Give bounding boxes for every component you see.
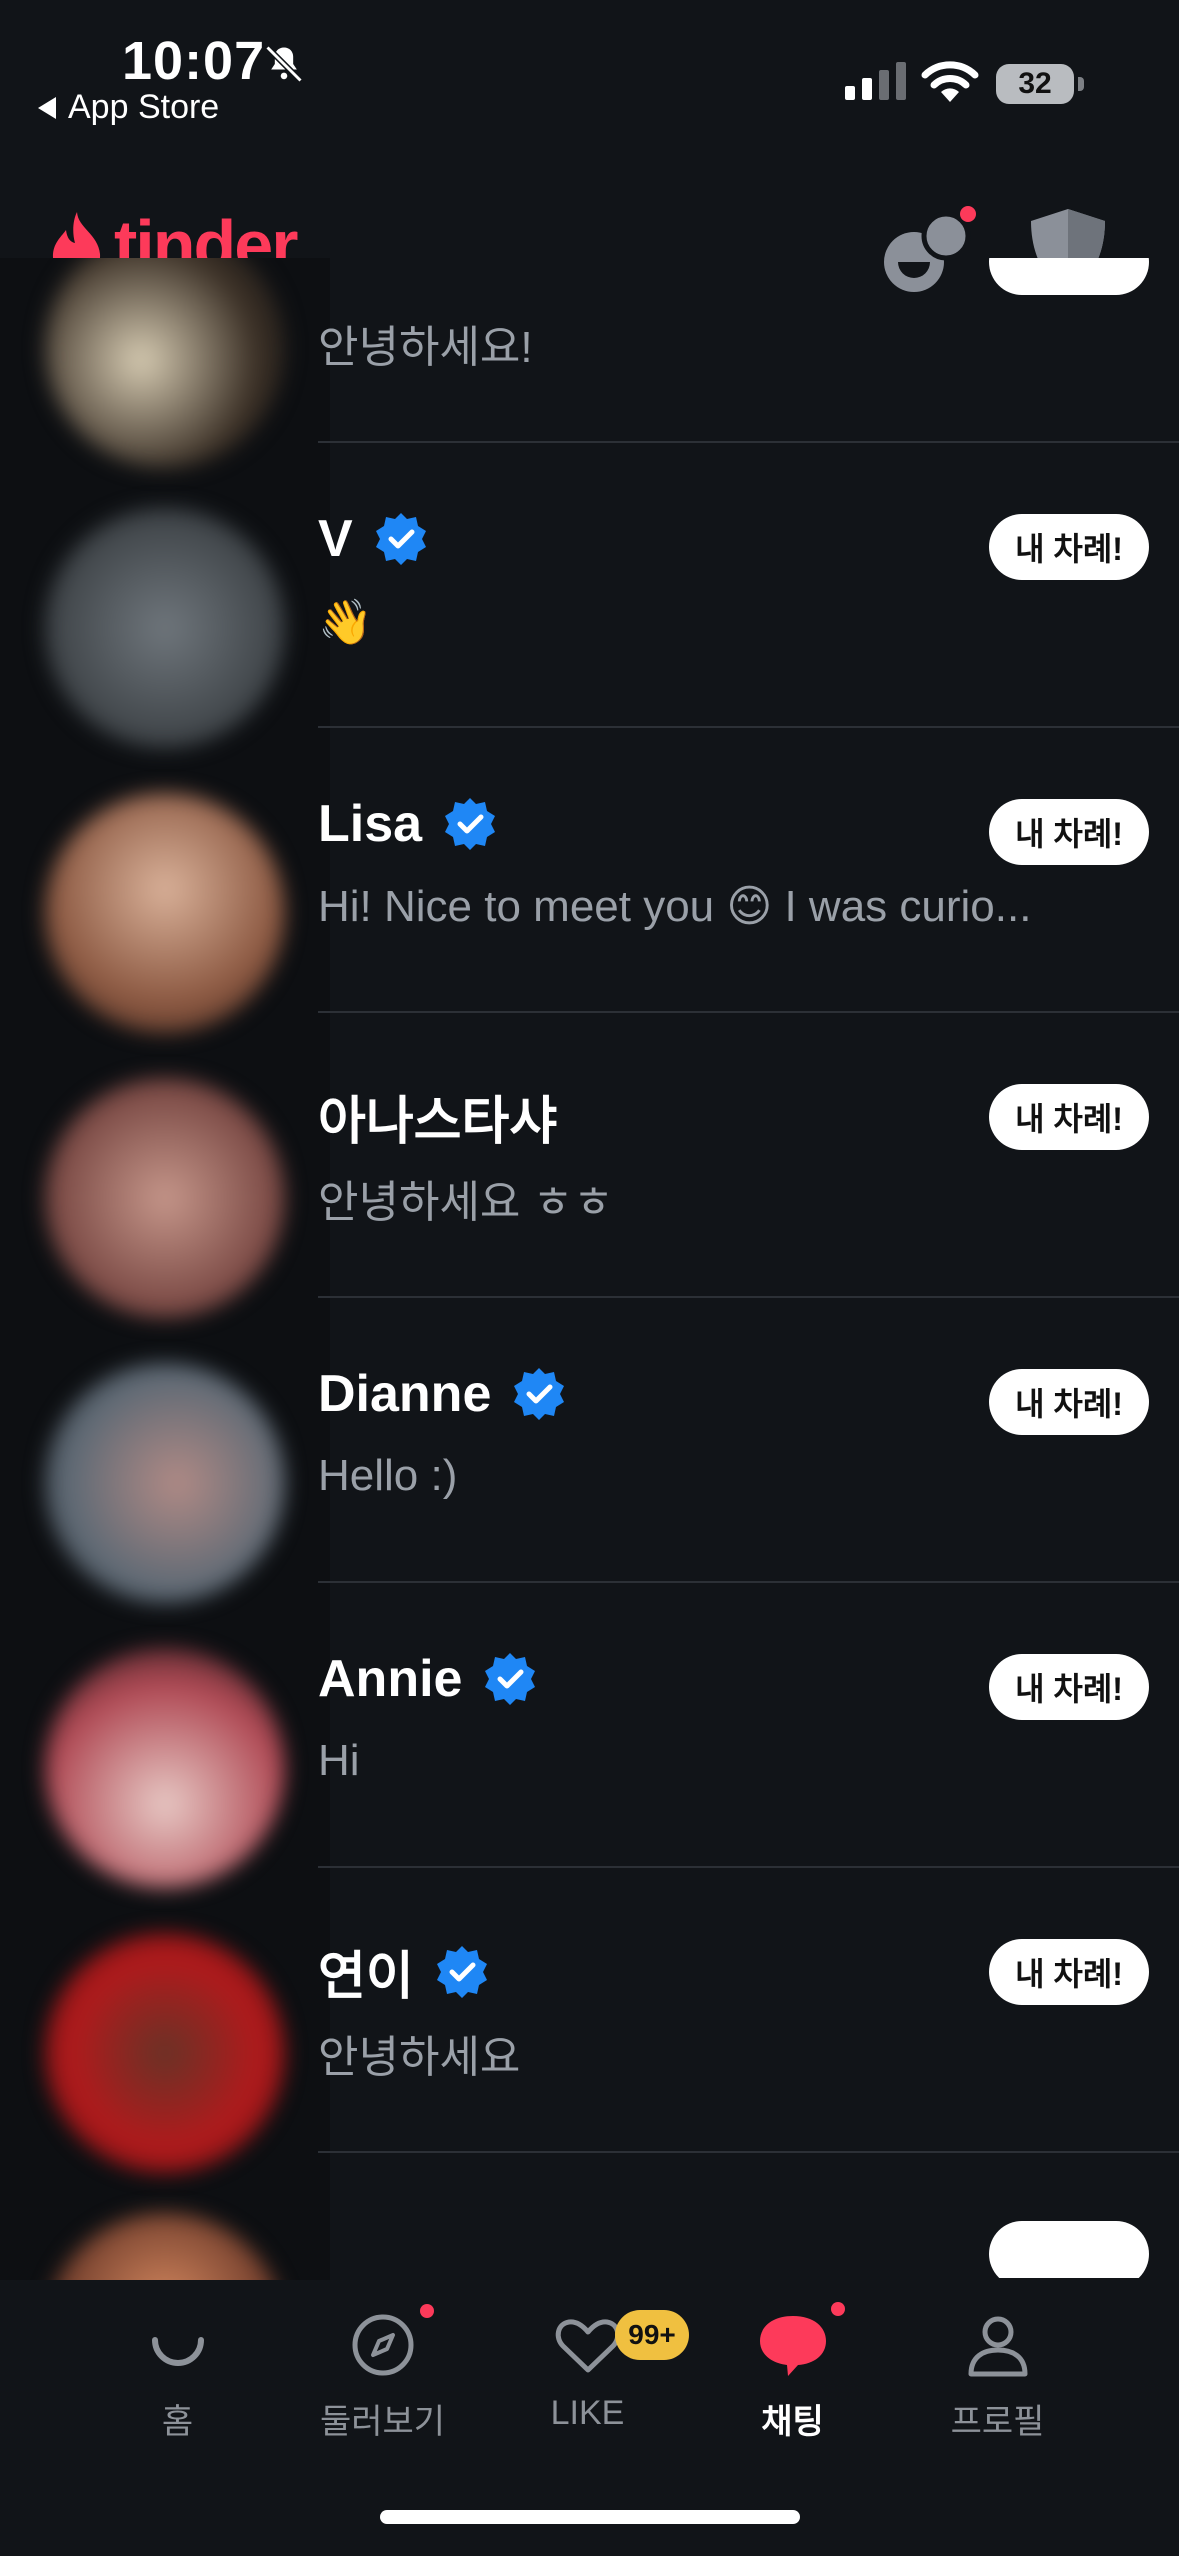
chat-row[interactable]: 연이 안녕하세요 내 차례! <box>318 1866 1179 2153</box>
avatar[interactable] <box>45 1363 285 1603</box>
avatar[interactable] <box>45 1933 285 2173</box>
status-time: 10:07 <box>122 31 266 91</box>
chat-name: 연이 <box>318 1934 490 2009</box>
tab-label: 둘러보기 <box>319 2403 446 2441</box>
chat-name: Annie <box>318 1649 538 1709</box>
chat-message-preview: 👋 <box>318 598 373 647</box>
avatar[interactable] <box>45 508 285 748</box>
your-turn-button[interactable]: 내 차례! <box>989 1084 1149 1150</box>
chat-name-text: Lisa <box>318 795 423 853</box>
chat-icon <box>759 2316 826 2376</box>
compass-icon <box>352 2314 413 2376</box>
verified-badge-icon <box>485 1653 536 1705</box>
verified-badge-icon <box>436 1945 487 1998</box>
notification-dot <box>420 2304 434 2318</box>
chat-row[interactable]: 아나스타샤 안녕하세요 ㅎㅎ 내 차례! <box>318 1011 1179 1298</box>
tab-label: 홈 <box>161 2403 194 2441</box>
back-to-app-store[interactable]: App Store <box>38 88 219 127</box>
chat-name-text: Annie <box>318 1650 463 1708</box>
your-turn-button[interactable]: 내 차례! <box>989 514 1149 580</box>
home-icon <box>151 2337 204 2366</box>
avatar[interactable] <box>45 2213 285 2288</box>
avatar[interactable] <box>45 258 285 468</box>
avatar-column <box>0 258 330 2288</box>
chat-message-preview: Hi <box>318 1736 360 1785</box>
avatar[interactable] <box>45 1078 285 1318</box>
your-turn-button[interactable]: 내 차례! <box>989 1654 1149 1720</box>
tab-explore[interactable]: 둘러보기 <box>280 2304 485 2443</box>
chat-name-text: V <box>318 510 353 568</box>
verified-badge-icon <box>445 798 496 850</box>
back-app-label: App Store <box>68 88 220 126</box>
your-turn-button[interactable]: 내 차례! <box>989 1369 1149 1435</box>
tab-label: 프로필 <box>950 2403 1045 2441</box>
tab-home[interactable]: 홈 <box>75 2310 280 2443</box>
like-count-badge: 99+ <box>615 2310 689 2360</box>
avatar[interactable] <box>45 793 285 1033</box>
heart-icon <box>555 2319 620 2373</box>
back-arrow-icon <box>38 96 56 119</box>
avatar[interactable] <box>45 1648 285 1888</box>
chat-message-preview: 안녕하세요 ㅎㅎ <box>318 1178 614 1227</box>
status-bar: 10:07 App Store 32 <box>0 0 1179 140</box>
your-turn-button[interactable] <box>989 2221 1149 2278</box>
chat-name: Lisa <box>318 794 498 854</box>
tab-label: 채팅 <box>761 2403 824 2441</box>
chat-message-preview: Hello :) <box>318 1451 458 1500</box>
chat-row[interactable]: Annie Hi 내 차례! <box>318 1581 1179 1868</box>
home-indicator[interactable] <box>380 2510 800 2524</box>
cellular-signal-icon <box>845 62 906 100</box>
chat-row[interactable]: Dianne Hello :) 내 차례! <box>318 1296 1179 1583</box>
chat-row[interactable]: V 👋 내 차례! <box>318 441 1179 728</box>
your-turn-button[interactable]: 내 차례! <box>989 799 1149 865</box>
chat-name: V <box>318 509 429 569</box>
chat-row[interactable]: 안녕하세요! <box>318 258 1179 443</box>
tab-label: LIKE <box>550 2394 625 2432</box>
chat-name-text: 연이 <box>318 1948 414 2006</box>
chat-name-text: 아나스타샤 <box>318 1093 558 1151</box>
chat-name: Dianne <box>318 1364 567 1424</box>
tab-profile[interactable]: 프로필 <box>895 2310 1100 2443</box>
battery-indicator: 32 <box>996 64 1074 104</box>
bell-muted-icon <box>265 45 303 83</box>
verified-badge-icon <box>375 513 426 565</box>
wifi-icon <box>921 61 979 102</box>
your-turn-button[interactable] <box>989 258 1149 295</box>
notification-dot <box>831 2302 845 2316</box>
chat-name: 아나스타샤 <box>318 1079 557 1154</box>
chat-row[interactable] <box>318 2151 1179 2278</box>
chat-message-preview: 안녕하세요! <box>318 323 533 372</box>
verified-badge-icon <box>514 1368 565 1420</box>
chat-message-preview: 안녕하세요 <box>318 2033 521 2082</box>
tab-chat[interactable]: 채팅 <box>690 2302 895 2443</box>
chat-name-text: Dianne <box>318 1365 492 1423</box>
your-turn-button[interactable]: 내 차례! <box>989 1939 1149 2005</box>
chat-message-preview: Hi! Nice to meet you 😊 I was curio... <box>318 882 1032 931</box>
chat-row[interactable]: Lisa Hi! Nice to meet you 😊 I was curio.… <box>318 726 1179 1013</box>
chat-list: 안녕하세요! V 👋 내 차례! Lisa Hi! Nice to meet y… <box>318 258 1179 2278</box>
profile-icon <box>968 2316 1027 2377</box>
battery-tip <box>1078 77 1084 91</box>
